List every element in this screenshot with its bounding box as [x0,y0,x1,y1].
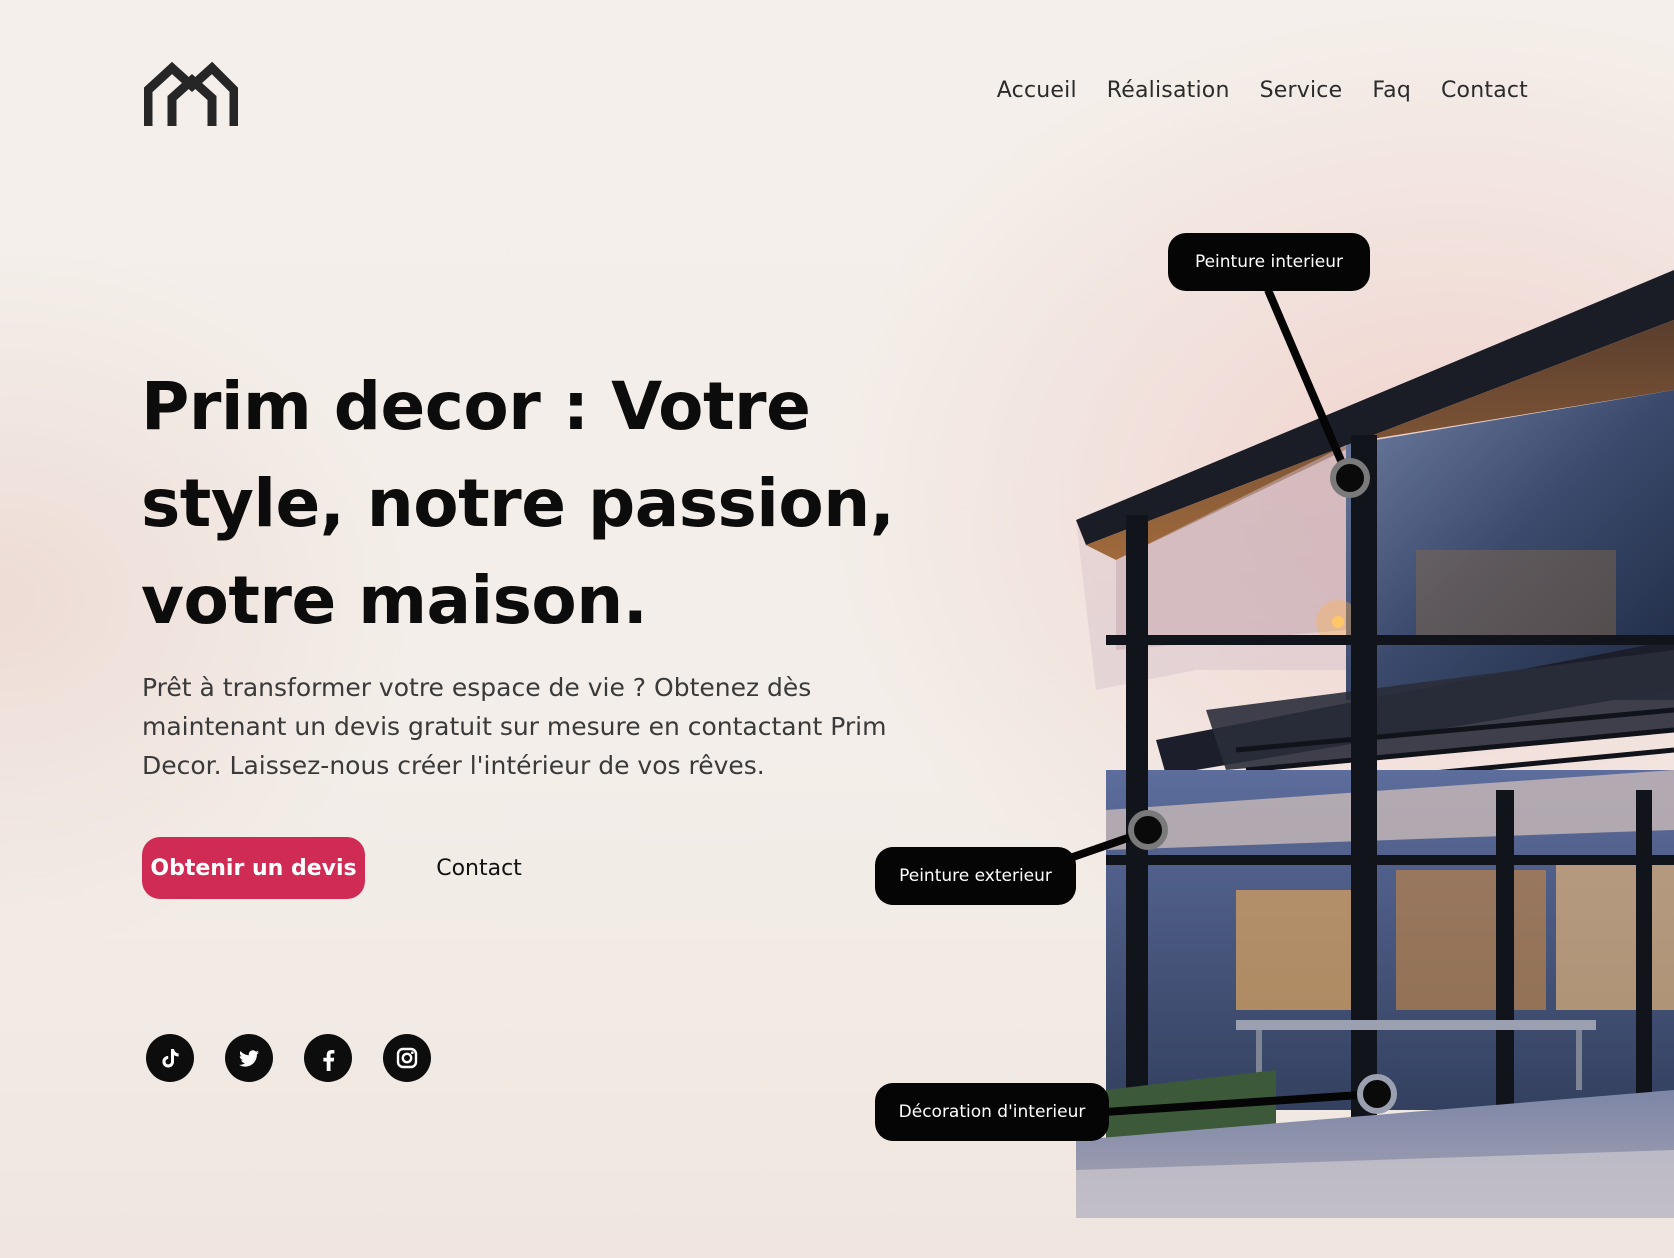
hero-title: Prim decor : Votre style, notre passion,… [141,368,895,639]
tag-interior-decoration[interactable]: Décoration d'interieur [875,1083,1109,1141]
contact-button[interactable]: Contact [414,837,544,899]
get-quote-button[interactable]: Obtenir un devis [142,837,365,899]
facebook-icon[interactable] [304,1034,352,1082]
tag-exterior-paint[interactable]: Peinture exterieur [875,847,1076,905]
main-nav: Accueil Réalisation Service Faq Contact [997,78,1528,103]
twitter-icon[interactable] [225,1034,273,1082]
social-links [146,1034,431,1082]
instagram-icon[interactable] [383,1034,431,1082]
nav-faq[interactable]: Faq [1372,78,1411,103]
hero-subtitle: Prêt à transformer votre espace de vie ?… [142,673,887,780]
brand-logo-icon[interactable] [144,60,238,130]
nav-accueil[interactable]: Accueil [997,78,1077,103]
nav-contact[interactable]: Contact [1441,78,1528,103]
nav-realisation[interactable]: Réalisation [1107,78,1230,103]
tag-interior-paint[interactable]: Peinture interieur [1168,233,1370,291]
nav-service[interactable]: Service [1260,78,1343,103]
tiktok-icon[interactable] [146,1034,194,1082]
house-photo [1076,270,1674,1218]
